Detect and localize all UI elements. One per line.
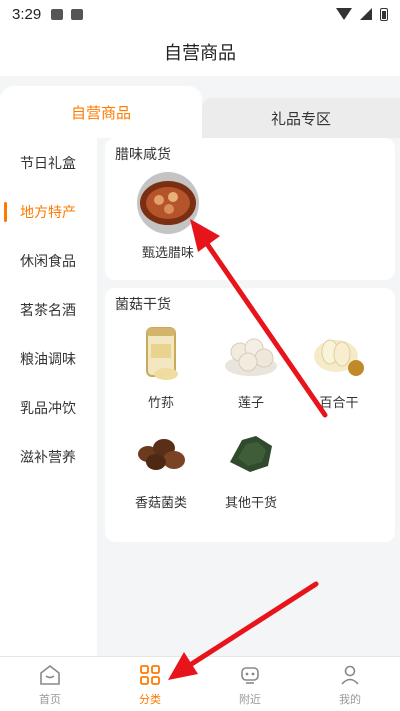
sidebar-item-dairy-drinks[interactable]: 乳品冲饮	[0, 383, 97, 432]
nav-home[interactable]: 首页	[0, 657, 100, 711]
product-label: 百合干	[319, 396, 359, 411]
sidebar-item-local-specialty[interactable]: 地方特产	[0, 187, 97, 236]
product-label: 莲子	[237, 396, 264, 411]
nav-category[interactable]: 分类	[100, 657, 200, 711]
status-bar: 3:29	[0, 0, 400, 28]
nav-label: 分类	[139, 693, 161, 706]
lotus-seed-icon	[220, 322, 282, 384]
page-header: 自营商品	[0, 28, 400, 76]
sidebar-item-snacks[interactable]: 休闲食品	[0, 236, 97, 285]
product-label: 甄选腊味	[141, 246, 194, 261]
wifi-icon	[336, 8, 352, 20]
section-dried-goods: 菌菇干货 竹荪 莲子 百合干 香菇菌类 其他干货	[105, 288, 395, 542]
app-notification-icon	[71, 8, 84, 20]
product-lotus-seed[interactable]: 莲子	[211, 322, 291, 411]
status-time: 3:29	[12, 5, 42, 23]
product-label: 竹荪	[147, 396, 174, 411]
cured-meat-icon	[137, 172, 199, 234]
bamboo-fungus-icon	[130, 322, 192, 384]
image-notification-icon	[51, 8, 64, 20]
nav-nearby[interactable]: 附近	[200, 657, 300, 711]
product-other-dried[interactable]: 其他干货	[211, 422, 291, 511]
signal-icon	[360, 8, 372, 20]
nav-label: 首页	[39, 693, 61, 706]
top-tabs: 自营商品 礼品专区	[0, 86, 400, 138]
seaweed-icon	[220, 422, 282, 484]
tab-gift-zone[interactable]: 礼品专区	[202, 98, 400, 138]
battery-icon	[380, 7, 388, 21]
product-label: 其他干货	[224, 496, 277, 511]
home-icon	[40, 664, 60, 685]
product-bamboo-fungus[interactable]: 竹荪	[121, 322, 201, 411]
sidebar-item-nutrition[interactable]: 滋补营养	[0, 432, 97, 481]
page-title: 自营商品	[164, 43, 236, 64]
nav-label: 我的	[339, 693, 361, 706]
sidebar-item-tea-wine[interactable]: 茗茶名酒	[0, 285, 97, 334]
section-cured-meat: 腊味咸货 甄选腊味	[105, 138, 395, 280]
product-dried-lily[interactable]: 百合干	[299, 322, 379, 411]
category-sidebar: 节日礼盒 地方特产 休闲食品 茗茶名酒 粮油调味 乳品冲饮 滋补营养	[0, 138, 97, 656]
nearby-icon	[241, 667, 259, 684]
product-cured-meat[interactable]: 甄选腊味	[128, 172, 208, 261]
profile-icon	[341, 665, 359, 685]
dried-lily-icon	[308, 322, 370, 384]
tab-self-operated[interactable]: 自营商品	[0, 86, 202, 138]
product-label: 香菇菌类	[134, 496, 187, 511]
mushroom-icon	[130, 422, 192, 484]
sidebar-item-festival-gift[interactable]: 节日礼盒	[0, 138, 97, 187]
product-mushroom[interactable]: 香菇菌类	[121, 422, 201, 511]
bottom-nav: 首页 分类 附近 我的	[0, 656, 400, 711]
section-title: 腊味咸货	[115, 147, 171, 163]
category-icon	[140, 665, 160, 685]
section-title: 菌菇干货	[115, 297, 171, 313]
nav-label: 附近	[239, 693, 261, 706]
sidebar-item-grain-oil[interactable]: 粮油调味	[0, 334, 97, 383]
nav-profile[interactable]: 我的	[300, 657, 400, 711]
category-content: 腊味咸货 甄选腊味 菌菇干货 竹荪 莲子 百合干 香菇菌类 其他干货	[97, 138, 400, 656]
